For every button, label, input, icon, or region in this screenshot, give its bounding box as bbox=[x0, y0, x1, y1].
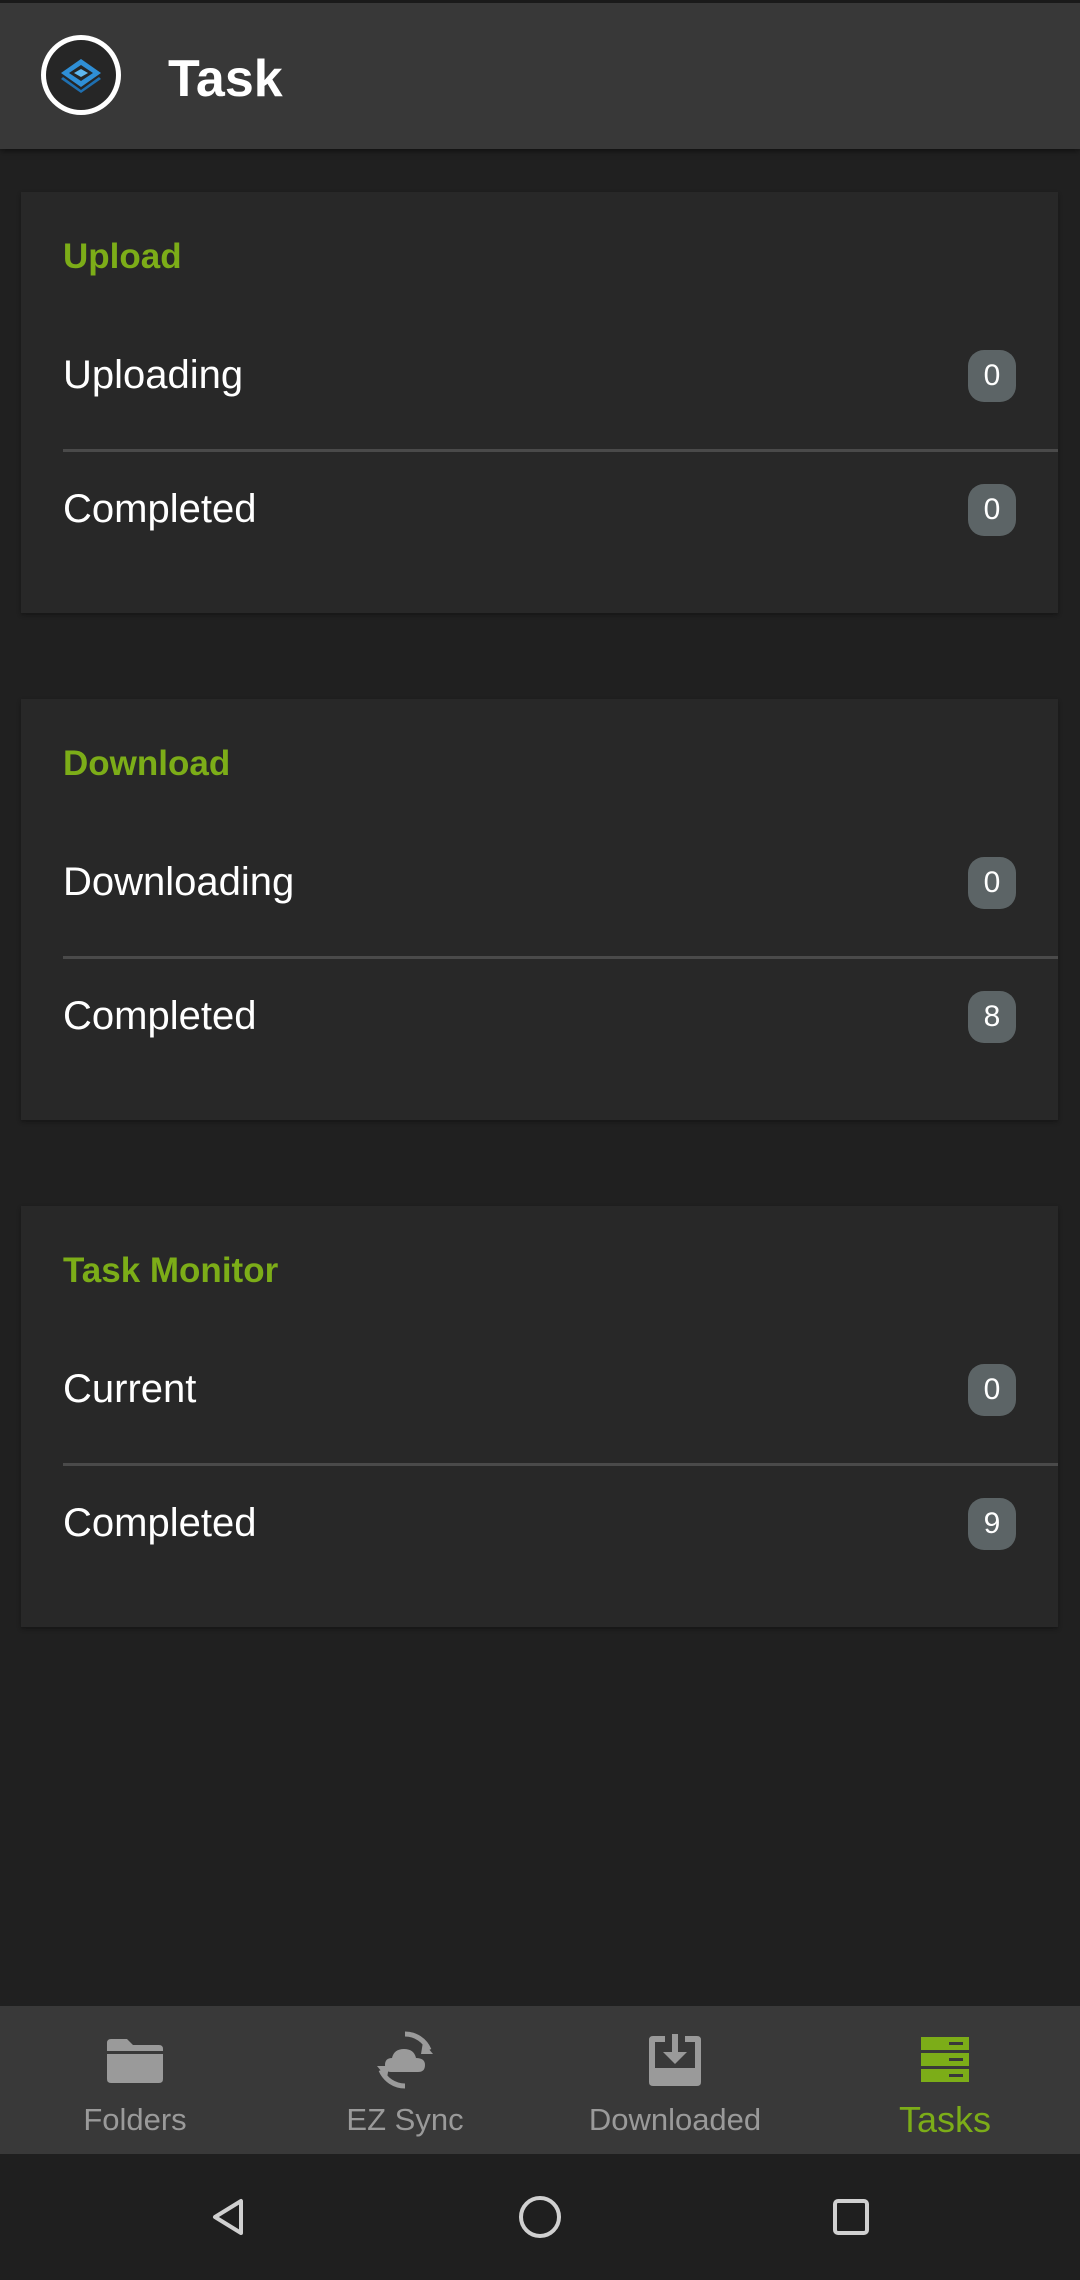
nav-label-downloaded: Downloaded bbox=[588, 2102, 762, 2137]
downloading-row[interactable]: Downloading 0 bbox=[21, 815, 1058, 949]
task-monitor-section-header: Task Monitor bbox=[63, 1251, 279, 1290]
tasks-stack-icon bbox=[913, 2032, 977, 2088]
nav-label-folders: Folders bbox=[83, 2102, 187, 2137]
sync-cloud-icon bbox=[373, 2031, 437, 2089]
download-completed-count-badge: 8 bbox=[968, 991, 1016, 1043]
recents-square-icon[interactable] bbox=[821, 2187, 881, 2247]
nav-item-ez-sync[interactable]: EZ Sync bbox=[270, 2006, 540, 2154]
monitor-completed-label: Completed bbox=[63, 1501, 257, 1545]
downloading-label: Downloading bbox=[63, 860, 295, 904]
downloading-count-badge: 0 bbox=[968, 857, 1016, 909]
uploading-row[interactable]: Uploading 0 bbox=[21, 308, 1058, 442]
folder-icon bbox=[103, 2032, 167, 2088]
upload-section-header: Upload bbox=[63, 237, 182, 276]
app-logo-icon[interactable] bbox=[41, 35, 121, 115]
upload-completed-row[interactable]: Completed 0 bbox=[21, 442, 1058, 576]
download-tray-icon bbox=[643, 2032, 707, 2088]
back-triangle-icon[interactable] bbox=[199, 2187, 259, 2247]
uploading-count-badge: 0 bbox=[968, 350, 1016, 402]
uploading-label: Uploading bbox=[63, 353, 244, 397]
current-row[interactable]: Current 0 bbox=[21, 1322, 1058, 1456]
upload-completed-label: Completed bbox=[63, 487, 257, 531]
current-count-badge: 0 bbox=[968, 1364, 1016, 1416]
download-completed-row[interactable]: Completed 8 bbox=[21, 949, 1058, 1083]
app-bar: Task bbox=[0, 0, 1080, 149]
download-completed-label: Completed bbox=[63, 994, 257, 1038]
nav-label-ez-sync: EZ Sync bbox=[346, 2102, 464, 2137]
task-monitor-card: Task Monitor Current 0 Completed 9 bbox=[21, 1206, 1058, 1627]
monitor-completed-row[interactable]: Completed 9 bbox=[21, 1456, 1058, 1590]
download-card: Download Downloading 0 Completed 8 bbox=[21, 699, 1058, 1120]
home-circle-icon[interactable] bbox=[510, 2187, 570, 2247]
nav-item-downloaded[interactable]: Downloaded bbox=[540, 2006, 810, 2154]
nav-item-tasks[interactable]: Tasks bbox=[810, 2006, 1080, 2154]
bottom-nav: Folders EZ Sync Downloaded Tasks bbox=[0, 2006, 1080, 2154]
upload-completed-count-badge: 0 bbox=[968, 484, 1016, 536]
nav-item-folders[interactable]: Folders bbox=[0, 2006, 270, 2154]
download-section-header: Download bbox=[63, 744, 231, 783]
upload-card: Upload Uploading 0 Completed 0 bbox=[21, 192, 1058, 613]
monitor-completed-count-badge: 9 bbox=[968, 1498, 1016, 1550]
system-nav-bar bbox=[0, 2154, 1080, 2280]
page-title: Task bbox=[168, 50, 283, 108]
nav-label-tasks: Tasks bbox=[898, 2099, 992, 2140]
current-label: Current bbox=[63, 1367, 197, 1411]
